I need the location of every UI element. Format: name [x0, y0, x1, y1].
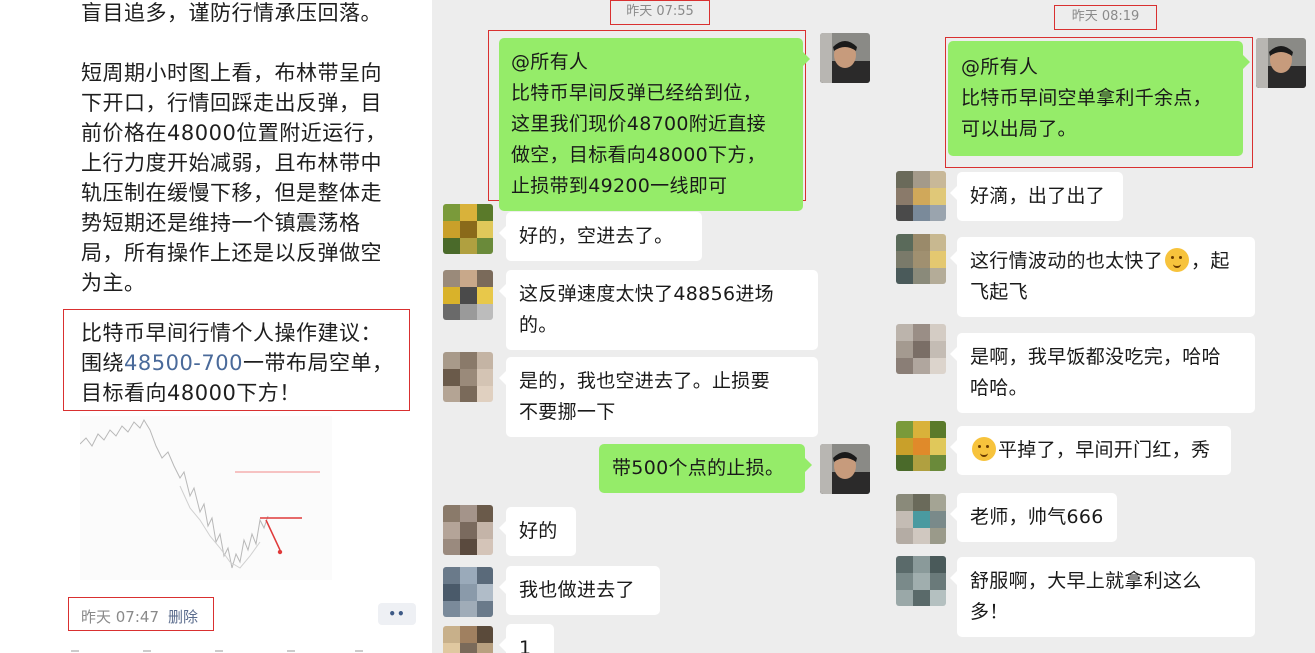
message-bubble-in[interactable]: 好滴，出了出了 [950, 172, 1123, 221]
message-bubble-in[interactable]: 这行情波动的也太快了 ，起 飞起飞 [950, 237, 1255, 317]
post-text-analysis: 短周期小时图上看，布林带呈向 下开口，行情回踩走出反弹，目 前价格在48000位… [81, 61, 387, 295]
avatar-member-icon[interactable] [443, 626, 493, 653]
chat-panel-2: 昨天 08:19 @所有人 比特币早间空单拿利千余点， 可以出局了。 好滴，出了… [887, 0, 1315, 653]
chat-timestamp: 昨天 08:19 [1054, 5, 1157, 30]
emoji-face-icon [1165, 248, 1190, 272]
emoji-face-icon [972, 437, 996, 461]
avatar-member-icon[interactable] [443, 567, 493, 617]
delete-link[interactable]: 删除 [168, 606, 198, 627]
post-timestamp: 昨天 07:47 [81, 608, 159, 626]
avatar-teacher-icon[interactable] [820, 33, 870, 83]
message-bubble-in[interactable]: 我也做进去了 [499, 566, 660, 615]
post-meta-box: 昨天 07:47 删除 [68, 597, 214, 631]
avatar-member-icon[interactable] [896, 556, 946, 606]
advice-text: 比特币早间行情个人操作建议： 围绕48500-700一带布局空单， 目标看向48… [81, 318, 401, 408]
message-bubble-in[interactable]: 老师，帅气666 [950, 493, 1117, 542]
avatar-teacher-icon[interactable] [1256, 38, 1306, 88]
avatar-member-icon[interactable] [443, 204, 493, 254]
price-chart-thumbnail[interactable] [79, 416, 332, 580]
message-text: 这行情波动的也太快了 [970, 250, 1164, 272]
avatar-member-icon[interactable] [443, 270, 493, 320]
message-bubble-in[interactable]: 这反弹速度太快了48856进场 的。 [499, 270, 818, 350]
moments-post: 盲目追多，谨防行情承压回落。 短周期小时图上看，布林带呈向 下开口，行情回踩走出… [0, 0, 432, 653]
advice-line-1: 比特币早间行情个人操作建议： [81, 321, 382, 345]
avatar-member-icon[interactable] [896, 421, 946, 471]
chat-panel-1: 昨天 07:55 @所有人 比特币早间反弹已经给到位， 这里我们现价48700附… [432, 0, 887, 653]
message-bubble-in[interactable]: 舒服啊，大早上就拿利这么 多！ [950, 557, 1255, 637]
avatar-member-icon[interactable] [443, 505, 493, 555]
avatar-member-icon[interactable] [896, 324, 946, 374]
message-text: 平掉了，早间开门红，秀 [998, 439, 1211, 461]
advice-price-range[interactable]: 48500-700 [124, 351, 243, 375]
advice-line-2-suffix: 一带布局空单， [242, 351, 394, 375]
advice-line-2-prefix: 围绕 [81, 351, 124, 375]
avatar-member-icon[interactable] [896, 494, 946, 544]
avatar-teacher-icon[interactable] [820, 444, 870, 494]
message-bubble-out[interactable]: @所有人 比特币早间空单拿利千余点， 可以出局了。 [948, 41, 1250, 156]
message-bubble-out[interactable]: @所有人 比特币早间反弹已经给到位， 这里我们现价48700附近直接 做空，目标… [499, 38, 810, 211]
message-bubble-in[interactable]: 好的 [499, 507, 576, 556]
message-bubble-out[interactable]: 带500个点的止损。 [599, 444, 812, 493]
avatar-member-icon[interactable] [896, 234, 946, 284]
avatar-member-icon[interactable] [443, 352, 493, 402]
advice-highlight-box: 比特币早间行情个人操作建议： 围绕48500-700一带布局空单， 目标看向48… [63, 309, 410, 411]
post-text-top: 盲目追多，谨防行情承压回落。 [81, 1, 382, 25]
message-bubble-in[interactable]: 是的，我也空进去了。止损要 不要挪一下 [499, 357, 818, 437]
message-bubble-in[interactable]: 1 [499, 624, 554, 653]
chat-timestamp: 昨天 07:55 [610, 0, 710, 25]
avatar-member-icon[interactable] [896, 171, 946, 221]
message-bubble-in[interactable]: 是啊，我早饭都没吃完，哈哈 哈哈。 [950, 333, 1255, 413]
advice-line-3: 目标看向48000下方！ [81, 381, 301, 405]
more-options-button[interactable]: •• [378, 603, 416, 625]
message-bubble-in[interactable]: 平掉了，早间开门红，秀 [950, 426, 1231, 475]
message-bubble-in[interactable]: 好的，空进去了。 [499, 212, 702, 261]
